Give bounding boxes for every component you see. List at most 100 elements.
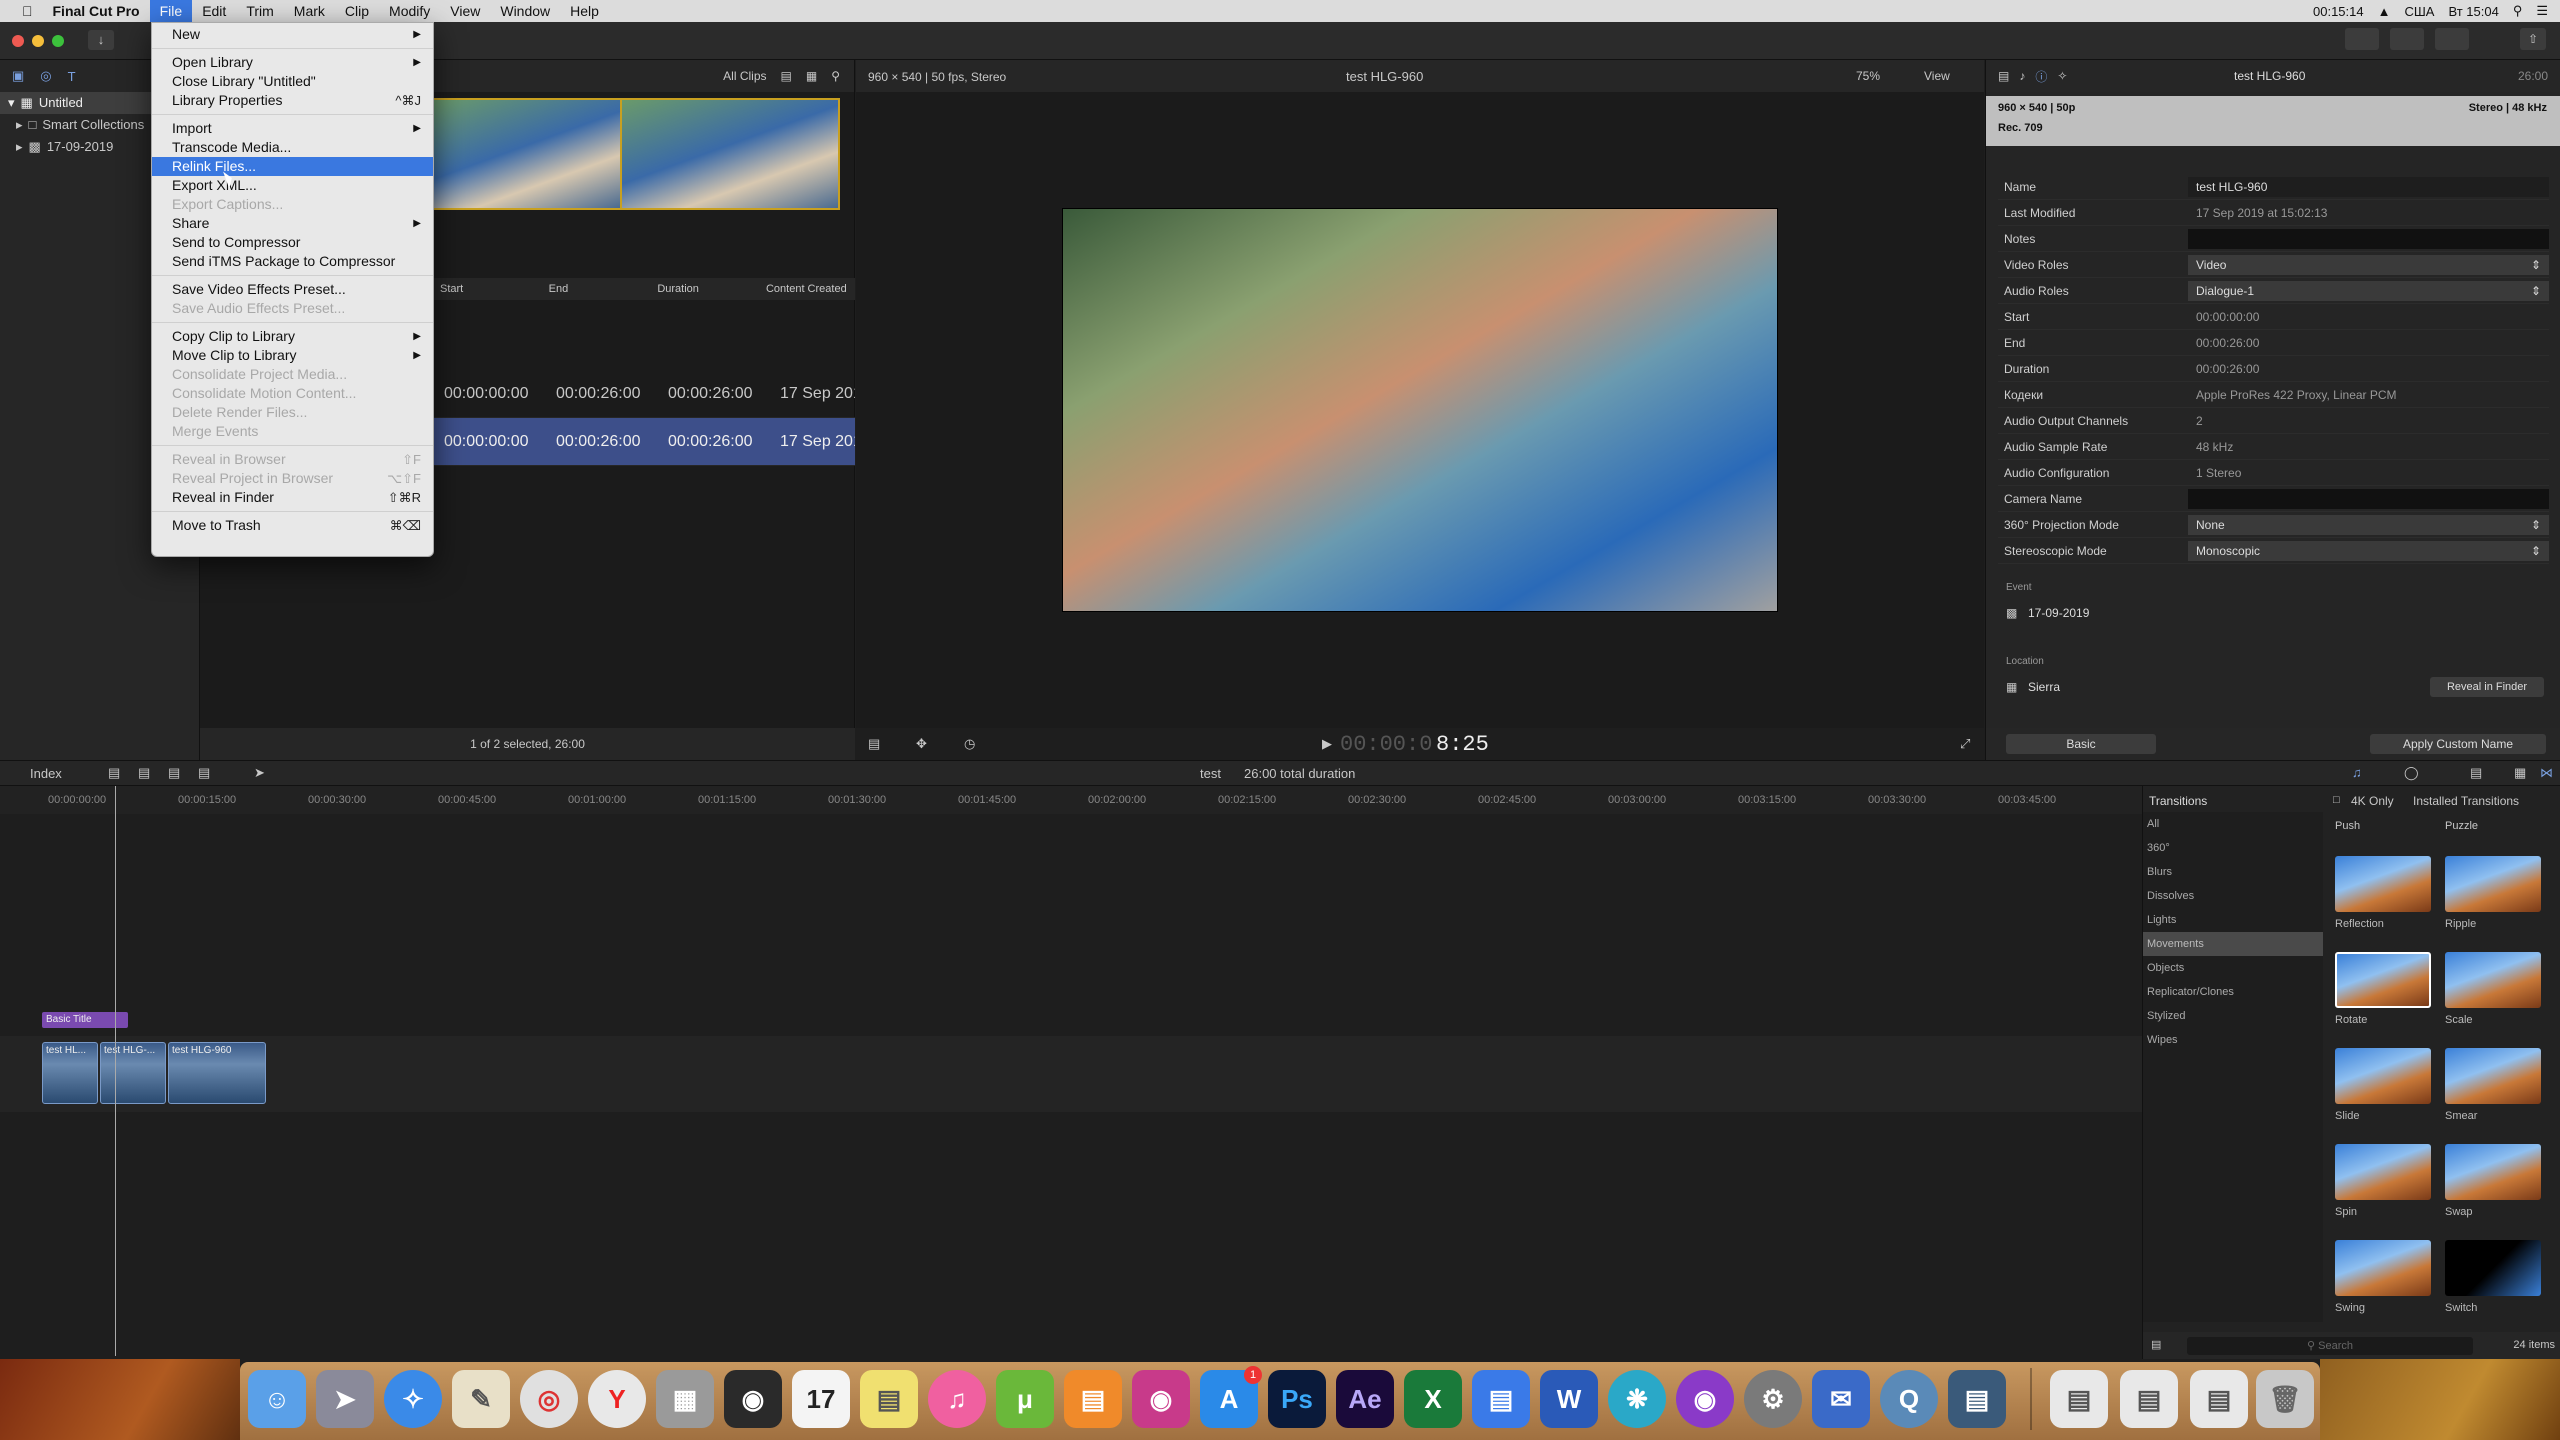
disclosure-icon[interactable]: ▾ [8,92,15,114]
photos-icon[interactable]: ◎ [40,68,51,84]
close-window-button[interactable] [12,35,24,47]
timeline-clip[interactable]: test HLG-... [100,1042,166,1104]
zoom-dropdown[interactable]: 75% [1856,69,1880,83]
files-icon[interactable]: ▤ [1472,1370,1530,1428]
index-button[interactable]: Index [30,766,62,781]
menu-item-import[interactable]: Import ▶ [152,119,433,138]
clock[interactable]: Вт 15:04 [2448,4,2498,19]
stereoscopic-mode-dropdown[interactable]: Monoscopic ⇕ [2188,540,2549,561]
category-item[interactable]: Objects [2143,956,2323,980]
filmstrip-view-icon[interactable]: ▦ [806,69,817,83]
menu-mark[interactable]: Mark [284,0,335,22]
search-icon[interactable]: ⚲ [831,69,840,83]
direct-mail-icon[interactable]: ✉ [1812,1370,1870,1428]
calculator-icon[interactable]: ▦ [656,1370,714,1428]
4k-only-checkbox[interactable]: □ [2333,794,2340,806]
utorrent-icon[interactable]: μ [996,1370,1054,1428]
overwrite-clip-icon[interactable]: ▤ [198,765,210,781]
menu-item-reveal-in-finder[interactable]: Reveal in Finder ⇧⌘R [152,488,433,507]
menu-item-new[interactable]: New ▶ [152,25,433,44]
category-item[interactable]: Replicator/Clones [2143,980,2323,1004]
clip-appearance-icon[interactable]: ▤ [2470,765,2482,781]
transition-ripple[interactable]: Ripple [2445,856,2545,952]
viewer-display-icon[interactable]: ▤ [868,736,880,752]
menu-window[interactable]: Window [490,0,560,22]
timeline-clip[interactable]: test HL... [42,1042,98,1104]
search-icon[interactable]: ⚲ [2513,3,2523,19]
append-clip-icon[interactable]: ▤ [168,765,180,781]
wifi-icon[interactable]: ▲ [2378,4,2391,19]
menu-file[interactable]: File [149,0,193,22]
network-icon[interactable]: ❋ [1608,1370,1666,1428]
column-start[interactable]: Start [432,283,541,295]
category-item[interactable]: Lights [2143,908,2323,932]
menu-item-copy-clip-to-library[interactable]: Copy Clip to Library ▶ [152,327,433,346]
books-icon[interactable]: ▤ [1064,1370,1122,1428]
menu-item-open-library[interactable]: Open Library ▶ [152,53,433,72]
column-end[interactable]: End [541,283,650,295]
connect-clip-icon[interactable]: ▤ [108,765,120,781]
layout-timeline-icon[interactable] [2390,28,2424,50]
select-tool-icon[interactable]: ➤ [254,765,265,781]
installed-transitions-dropdown[interactable]: Installed Transitions [2413,794,2519,808]
category-item[interactable]: Stylized [2143,1004,2323,1028]
solo-icon[interactable]: ◯ [2404,765,2419,781]
podcast-icon[interactable]: ◉ [1676,1370,1734,1428]
play-icon[interactable]: ▶ [1322,736,1332,752]
sidebar-toggle-icon[interactable]: ▤ [2151,1338,2161,1351]
name-input[interactable]: test HLG-960 [2188,176,2549,197]
transition-swap[interactable]: Swap [2445,1144,2545,1240]
menu-item-close-library[interactable]: Close Library "Untitled" [152,72,433,91]
clip-filter-dropdown[interactable]: All Clips [723,69,766,83]
projection-mode-dropdown[interactable]: None ⇕ [2188,514,2549,535]
instagram-icon[interactable]: ◉ [1132,1370,1190,1428]
menu-item-send-itms-package[interactable]: Send iTMS Package to Compressor [152,252,433,271]
menu-item-library-properties[interactable]: Library Properties ^⌘J [152,91,433,110]
calendar-icon[interactable]: 17 [792,1370,850,1428]
status-timer[interactable]: 00:15:14 [2313,4,2364,19]
menu-trim[interactable]: Trim [236,0,283,22]
info-inspector-icon[interactable]: ⓘ [2035,68,2047,85]
menu-edit[interactable]: Edit [192,0,236,22]
menu-item-export-xml[interactable]: Export XML... [152,176,433,195]
zoom-window-button[interactable] [52,35,64,47]
menu-view[interactable]: View [440,0,490,22]
clip-thumbnail[interactable] [432,98,622,210]
launchpad-icon[interactable]: ➤ [316,1370,374,1428]
reveal-in-finder-button[interactable]: Reveal in Finder [2430,677,2544,697]
notification-center-icon[interactable]: ☰ [2536,3,2548,19]
timeline-ruler[interactable]: 00:00:00:00 00:00:15:00 00:00:30:00 00:0… [0,786,2142,814]
transition-switch[interactable]: Switch [2445,1240,2545,1336]
yandex-icon[interactable]: Y [588,1370,646,1428]
menu-item-transcode-media[interactable]: Transcode Media... [152,138,433,157]
menu-item-move-clip-to-library[interactable]: Move Clip to Library ▶ [152,346,433,365]
column-content-created[interactable]: Content Created [758,283,855,295]
downloads-stack-icon[interactable]: ▤ [2120,1370,2178,1428]
photoshop-icon[interactable]: Ps [1268,1370,1326,1428]
camera-name-input[interactable] [2188,488,2549,509]
table-row[interactable]: 00:00:00:00 00:00:26:00 00:00:26:00 17 S… [432,370,855,418]
share-icon[interactable]: ⇧ [2520,28,2546,50]
chrome-icon[interactable]: ◎ [520,1370,578,1428]
transition-rotate[interactable]: Rotate [2335,952,2435,1048]
safari-icon[interactable]: ✧ [384,1370,442,1428]
fullscreen-icon[interactable]: ⤢ [1960,736,1970,752]
input-language[interactable]: США [2404,4,2434,19]
document-stack-icon[interactable]: ▤ [2050,1370,2108,1428]
layout-browser-icon[interactable] [2345,28,2379,50]
word-icon[interactable]: W [1540,1370,1598,1428]
transition-scale[interactable]: Scale [2445,952,2545,1048]
audio-roles-dropdown[interactable]: Dialogue-1 ⇕ [2188,280,2549,301]
finder-icon[interactable]: ☺ [248,1370,306,1428]
transition-swing[interactable]: Swing [2335,1240,2435,1336]
transition-spin[interactable]: Spin [2335,1144,2435,1240]
playhead[interactable] [115,786,116,1356]
transitions-browser-icon[interactable]: ⋈ [2540,765,2553,781]
speed-icon[interactable]: ◷ [964,736,975,752]
category-item[interactable]: 360° [2143,836,2323,860]
menu-item-save-video-effects-preset[interactable]: Save Video Effects Preset... [152,280,433,299]
category-item[interactable]: Blurs [2143,860,2323,884]
audio-skimming-icon[interactable]: ♫ [2352,765,2362,780]
video-frame[interactable] [1062,208,1778,612]
music-icon[interactable]: ♫ [928,1370,986,1428]
